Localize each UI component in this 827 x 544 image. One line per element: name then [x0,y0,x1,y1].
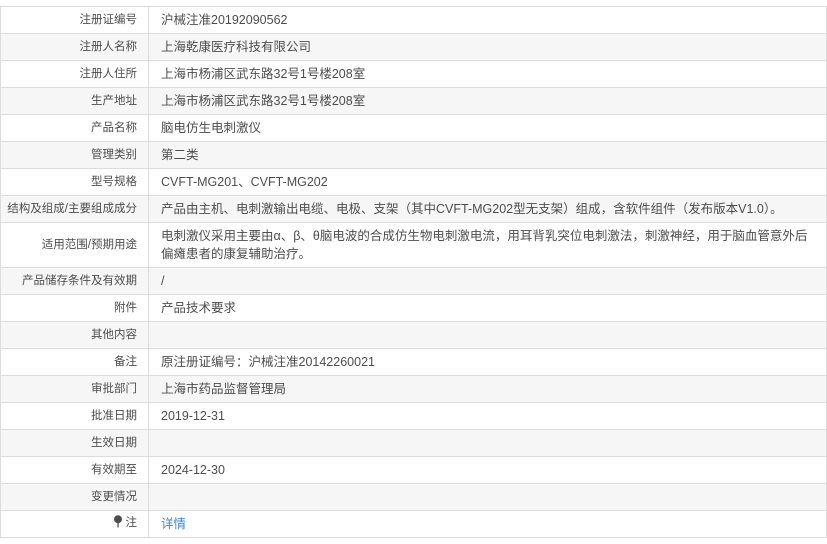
table-row: 管理类别 第二类 [0,141,827,169]
row-label-text: 产品储存条件及有效期 [22,275,137,287]
row-label: 结构及组成/主要组成成分 [0,195,149,223]
row-label: 管理类别 [0,141,149,169]
row-label: 审批部门 [0,375,149,403]
details-link[interactable]: 详情 [161,517,186,531]
row-value-text: 上海乾康医疗科技有限公司 [161,40,312,54]
table-row: 注 详情 [0,510,827,538]
row-value-text: 上海市杨浦区武东路32号1号楼208室 [161,94,366,108]
row-label-text: 审批部门 [91,383,137,395]
row-label-text: 批准日期 [91,410,137,422]
table-row: 适用范围/预期用途 电刺激仪采用主要由α、β、θ脑电波的合成仿生物电刺激电流，用耳… [0,222,827,268]
table-row: 型号规格 CVFT-MG201、CVFT-MG202 [0,168,827,196]
row-label: 产品储存条件及有效期 [0,267,149,295]
table-row: 注册证编号 沪械注准20192090562 [0,6,827,34]
table-row: 生效日期 [0,429,827,457]
table-row: 有效期至 2024-12-30 [0,456,827,484]
row-label-text: 附件 [114,302,137,314]
table-row: 注册人住所 上海市杨浦区武东路32号1号楼208室 [0,60,827,88]
row-value: 上海市杨浦区武东路32号1号楼208室 [148,87,827,115]
row-value: CVFT-MG201、CVFT-MG202 [148,168,827,196]
row-value: / [148,267,827,295]
row-value-text: 沪械注准20192090562 [161,13,288,27]
row-label: 注册人住所 [0,60,149,88]
row-value-text: 上海市杨浦区武东路32号1号楼208室 [161,67,366,81]
row-label: 变更情况 [0,483,149,511]
table-row: 生产地址 上海市杨浦区武东路32号1号楼208室 [0,87,827,115]
row-value-text: / [161,274,165,288]
row-label: 生效日期 [0,429,149,457]
row-value [148,429,827,457]
row-label: 注册人名称 [0,33,149,61]
table-row: 产品储存条件及有效期 / [0,267,827,295]
row-label-text: 注 [125,517,138,529]
row-value-text: 上海市药品监督管理局 [161,382,287,396]
row-value-text: 电刺激仪采用主要由α、β、θ脑电波的合成仿生物电刺激电流，用耳背乳突位电刺激法，… [161,229,808,261]
row-value: 2019-12-31 [148,402,827,430]
row-value: 脑电仿生电刺激仪 [148,114,827,142]
row-label-text: 备注 [114,356,137,368]
row-value-text: 产品技术要求 [161,301,237,315]
row-label: 备注 [0,348,149,376]
row-value: 第二类 [148,141,827,169]
row-label: 适用范围/预期用途 [0,222,149,268]
row-label: 附件 [0,294,149,322]
table-row: 批准日期 2019-12-31 [0,402,827,430]
row-value: 原注册证编号：沪械注准20142260021 [148,348,827,376]
row-label-text: 管理类别 [91,149,137,161]
row-value [148,321,827,349]
row-label-text: 注册人住所 [79,68,138,80]
row-label-text: 结构及组成/主要组成成分 [7,203,137,215]
row-value: 沪械注准20192090562 [148,6,827,34]
registration-table: 注册证编号 沪械注准20192090562 注册人名称 上海乾康医疗科技有限公司 注册人… [0,6,827,538]
row-label-text: 产品名称 [91,122,137,134]
row-value: 上海市药品监督管理局 [148,375,827,403]
row-label: 注册证编号 [0,6,149,34]
row-label-text: 其他内容 [91,329,137,341]
table-row: 审批部门 上海市药品监督管理局 [0,375,827,403]
row-value: 2024-12-30 [148,456,827,484]
row-value: 产品技术要求 [148,294,827,322]
row-value-text: 2019-12-31 [161,409,225,423]
row-label: 型号规格 [0,168,149,196]
row-label-text: 注册人名称 [79,41,138,53]
table-row: 注册人名称 上海乾康医疗科技有限公司 [0,33,827,61]
row-value: 上海乾康医疗科技有限公司 [148,33,827,61]
row-label: 其他内容 [0,321,149,349]
table-row: 备注 原注册证编号：沪械注准20142260021 [0,348,827,376]
row-label-text: 生产地址 [91,95,137,107]
row-label: 有效期至 [0,456,149,484]
row-value-text: 2024-12-30 [161,463,225,477]
row-value-text: 原注册证编号：沪械注准20142260021 [161,355,375,369]
row-label: 批准日期 [0,402,149,430]
row-label: 产品名称 [0,114,149,142]
row-label-text: 生效日期 [91,437,137,449]
row-value-text: 脑电仿生电刺激仪 [161,121,262,135]
table-row: 其他内容 [0,321,827,349]
row-value [148,483,827,511]
table-row: 变更情况 [0,483,827,511]
row-label: 生产地址 [0,87,149,115]
row-label-text: 有效期至 [91,464,137,476]
table-row: 结构及组成/主要组成成分 产品由主机、电刺激输出电缆、电极、支架（其中CVFT-M… [0,195,827,223]
row-label-text: 型号规格 [91,176,137,188]
row-label-text: 适用范围/预期用途 [41,239,137,251]
table-row: 附件 产品技术要求 [0,294,827,322]
row-value-text: 第二类 [161,148,199,162]
row-value: 电刺激仪采用主要由α、β、θ脑电波的合成仿生物电刺激电流，用耳背乳突位电刺激法，… [148,222,827,268]
row-value-text: CVFT-MG201、CVFT-MG202 [161,175,328,189]
row-label: 注 [0,510,149,538]
table-row: 产品名称 脑电仿生电刺激仪 [0,114,827,142]
row-label-text: 注册证编号 [79,14,138,26]
row-value: 详情 [148,510,827,538]
row-value: 产品由主机、电刺激输出电缆、电极、支架（其中CVFT-MG202型无支架）组成，… [148,195,827,223]
pin-icon [113,515,123,533]
row-value-text: 产品由主机、电刺激输出电缆、电极、支架（其中CVFT-MG202型无支架）组成，… [161,202,783,216]
registration-detail-page: 注册证编号 沪械注准20192090562 注册人名称 上海乾康医疗科技有限公司 注册人… [0,0,827,538]
row-label-text: 变更情况 [91,491,137,503]
row-value: 上海市杨浦区武东路32号1号楼208室 [148,60,827,88]
